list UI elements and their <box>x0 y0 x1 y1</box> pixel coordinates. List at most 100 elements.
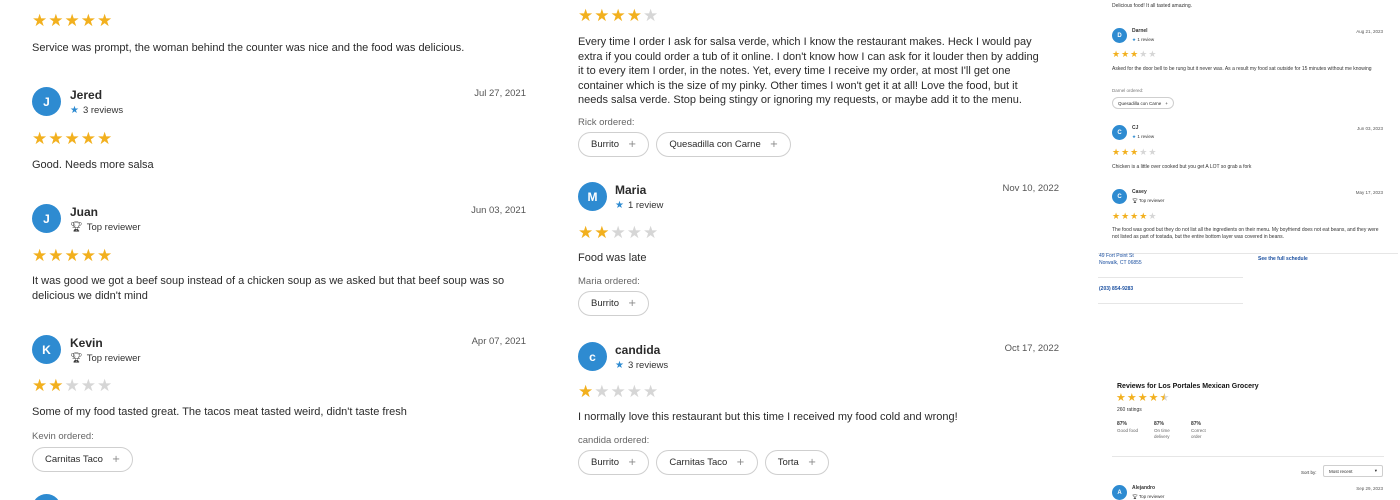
plus-icon: + <box>627 139 637 150</box>
chevron-down-icon: ▾ <box>1374 468 1377 473</box>
reviewer-badge: 🏆︎ Top reviewer <box>70 222 141 233</box>
star-icon: ★ <box>48 246 64 266</box>
review-date: Jun 03, 2023 <box>1356 126 1383 131</box>
star-icon: ★ <box>64 376 80 396</box>
menu-item-chip[interactable]: Quesadilla con Carne + <box>1112 97 1174 109</box>
star-icon: ★ <box>610 6 626 26</box>
review-text: Good. Needs more salsa <box>32 159 154 171</box>
star-icon: ★ <box>1121 212 1130 222</box>
review-text: Every time I order I ask for salsa verde… <box>578 36 1039 106</box>
star-icon: ★ <box>1139 212 1148 222</box>
plus-icon: + <box>1165 100 1168 106</box>
star-icon: ★ <box>80 11 96 31</box>
rating-stars: ★ ★ ★ ★ ★ <box>32 377 112 395</box>
reviewer-name: CJ <box>1132 125 1139 131</box>
plus-icon: + <box>111 454 121 465</box>
star-icon: ★ <box>1130 212 1139 222</box>
avatar: J <box>32 204 61 233</box>
star-icon: ★ <box>1130 50 1139 60</box>
ordered-items: Burrito + Quesadilla con Carne + <box>578 132 792 157</box>
reviewer-badge: 🏆︎ Top reviewer <box>1132 198 1165 203</box>
trophy-icon: 🏆︎ <box>1132 494 1138 499</box>
plus-icon: + <box>807 457 817 468</box>
star-icon: ★ <box>643 6 659 26</box>
reviewer-badge: ★ 3 reviews <box>70 105 124 116</box>
plus-icon: + <box>769 139 779 150</box>
rating-stars: ★ ★ ★ ★ ★ <box>1116 391 1170 404</box>
rating-stars: ★ ★ ★ ★ ★ <box>32 247 112 265</box>
star-icon: ★ <box>64 129 80 149</box>
review-text: Chicken is a little over cooked but you … <box>1112 164 1252 170</box>
plus-icon: + <box>736 457 745 468</box>
trophy-icon: 🏆︎ <box>70 222 83 233</box>
stat-good-food: 87% Good food <box>1117 421 1139 433</box>
star-icon: ★ <box>626 223 642 243</box>
reviewer-badge: 🏆︎ Top reviewer <box>1132 494 1165 499</box>
review-text: The food was good but they do not list a… <box>1112 227 1379 240</box>
reviewer-badge: ★ 1 review <box>1132 37 1155 42</box>
divider <box>1098 303 1243 304</box>
ordered-label: Rick ordered: <box>578 117 635 128</box>
star-icon: ★ <box>32 376 48 396</box>
trophy-icon: 🏆︎ <box>1132 198 1138 203</box>
reviewer-name: Jered <box>70 88 103 102</box>
star-icon: ★ <box>1148 391 1159 404</box>
star-icon: ★ <box>594 382 610 402</box>
rating-stars: ★ ★ ★ ★ ★ <box>1112 50 1156 60</box>
star-icon: ★ <box>97 129 113 149</box>
star-icon: ★ <box>80 129 96 149</box>
star-icon: ★ <box>1139 148 1148 158</box>
rating-stars: ★ ★ ★ ★ ★ <box>32 12 112 30</box>
review-date: Sep 29, 2023 <box>1356 486 1383 491</box>
star-icon: ★ <box>626 6 642 26</box>
ordered-label: Kevin ordered: <box>32 431 94 442</box>
star-icon: ★ <box>1132 37 1137 42</box>
phone-link[interactable]: (203) 854-9283 <box>1099 286 1133 293</box>
star-icon: ★ <box>1112 212 1121 222</box>
star-icon: ★ <box>1112 50 1121 60</box>
sort-select[interactable]: Most recent ▾ <box>1323 465 1383 477</box>
star-icon: ★ <box>594 223 610 243</box>
star-icon: ★ <box>1116 391 1126 404</box>
rating-stars: ★ ★ ★ ★ ★ <box>32 130 112 148</box>
schedule-link[interactable]: See the full schedule <box>1258 256 1308 263</box>
reviewer-name: Juan <box>70 205 99 219</box>
star-icon: ★ <box>1139 50 1148 60</box>
reviewer-name: Kevin <box>70 336 103 350</box>
star-icon: ★ <box>64 246 80 266</box>
review-date: Jun 03, 2021 <box>471 205 526 216</box>
ordered-label: Maria ordered: <box>578 276 640 287</box>
menu-item-chip[interactable]: Burrito + <box>578 291 650 316</box>
avatar: D <box>1112 28 1127 43</box>
avatar: M <box>578 182 607 211</box>
menu-item-chip[interactable]: Burrito + <box>578 450 650 475</box>
star-icon: ★ <box>643 382 659 402</box>
review-date: Jul 27, 2021 <box>474 88 526 99</box>
menu-item-chip[interactable]: Burrito + <box>578 132 650 157</box>
star-icon: ★ <box>48 376 64 396</box>
menu-item-chip[interactable]: Quesadilla con Carne + <box>656 132 792 157</box>
rating-stars: ★ ★ ★ ★ ★ <box>1112 148 1156 158</box>
rating-stars: ★ ★ ★ ★ ★ <box>578 7 658 25</box>
star-icon: ★ <box>80 246 96 266</box>
avatar: C <box>1112 125 1127 140</box>
review-date: Aug 21, 2023 <box>1356 29 1383 34</box>
sort-label: Sort by: <box>1301 470 1317 475</box>
review-date: Apr 07, 2021 <box>471 336 526 347</box>
address: 49 Fort Point St Norwalk, CT 06855 <box>1099 253 1142 266</box>
avatar: K <box>32 335 61 364</box>
review-text: Asked for the door bell to be rung but i… <box>1112 66 1372 72</box>
star-icon: ★ <box>1121 50 1130 60</box>
menu-item-chip[interactable]: Carnitas Taco + <box>32 447 134 472</box>
avatar: A <box>1112 485 1127 500</box>
menu-item-chip[interactable]: Torta + <box>764 450 830 475</box>
avatar: c <box>578 342 607 371</box>
star-icon: ★ <box>32 11 48 31</box>
star-icon: ★ <box>1159 391 1170 404</box>
star-icon: ★ <box>97 11 113 31</box>
star-icon: ★ <box>1148 148 1157 158</box>
star-icon: ★ <box>97 376 113 396</box>
plus-icon: + <box>627 457 637 468</box>
menu-item-chip[interactable]: Carnitas Taco + <box>656 450 758 475</box>
reviewer-name: Alejandro <box>1132 485 1156 491</box>
